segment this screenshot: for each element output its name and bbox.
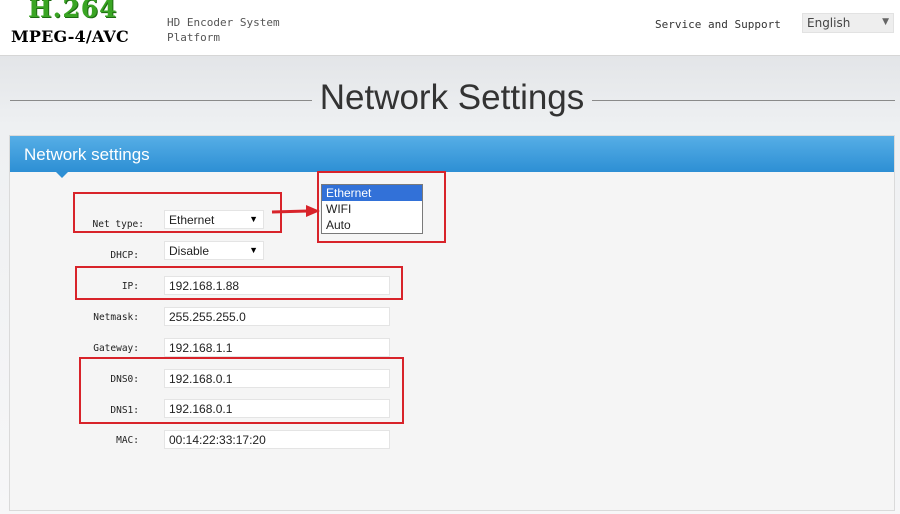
panel-header-notch bbox=[56, 172, 68, 178]
chevron-down-icon: ▼ bbox=[882, 17, 889, 27]
panel-header: Network settings bbox=[10, 136, 894, 172]
mac-input[interactable]: 00:14:22:33:17:20 bbox=[164, 430, 390, 449]
gateway-input[interactable]: 192.168.1.1 bbox=[164, 338, 390, 357]
annotation-box-dns bbox=[79, 357, 404, 424]
top-header: H.264 MPEG-4/AVC HD Encoder System Platf… bbox=[0, 0, 900, 56]
dhcp-label: DHCP: bbox=[110, 250, 139, 261]
title-divider-left bbox=[10, 100, 312, 101]
logo-h264-text: H.264 bbox=[28, 0, 118, 23]
gateway-label: Gateway: bbox=[93, 343, 139, 354]
annotation-arrow-icon bbox=[271, 205, 320, 217]
language-select[interactable]: English ▼ bbox=[802, 13, 894, 33]
net-type-option-wifi[interactable]: WIFI bbox=[322, 201, 422, 217]
chevron-down-icon: ▼ bbox=[249, 245, 258, 255]
net-type-option-auto[interactable]: Auto bbox=[322, 217, 422, 233]
net-type-option-ethernet[interactable]: Ethernet bbox=[322, 185, 422, 201]
net-type-dropdown-list: Ethernet WIFI Auto bbox=[321, 184, 423, 234]
title-divider-right bbox=[592, 100, 895, 101]
netmask-label: Netmask: bbox=[93, 312, 139, 323]
panel-title: Network settings bbox=[24, 145, 150, 164]
system-title: HD Encoder System Platform bbox=[167, 16, 280, 44]
service-support-link[interactable]: Service and Support bbox=[655, 18, 781, 31]
page-title: Network Settings bbox=[319, 78, 585, 117]
netmask-input[interactable]: 255.255.255.0 bbox=[164, 307, 390, 326]
dhcp-select-value: Disable bbox=[169, 244, 210, 258]
dhcp-select[interactable]: Disable ▼ bbox=[164, 241, 264, 260]
language-select-value: English bbox=[807, 16, 851, 30]
logo-mpeg-text: MPEG-4/AVC bbox=[11, 27, 129, 46]
annotation-box-ip bbox=[75, 266, 403, 300]
logo: H.264 MPEG-4/AVC bbox=[0, 0, 150, 55]
mac-label: MAC: bbox=[116, 435, 139, 446]
annotation-box-net-type bbox=[73, 192, 282, 233]
